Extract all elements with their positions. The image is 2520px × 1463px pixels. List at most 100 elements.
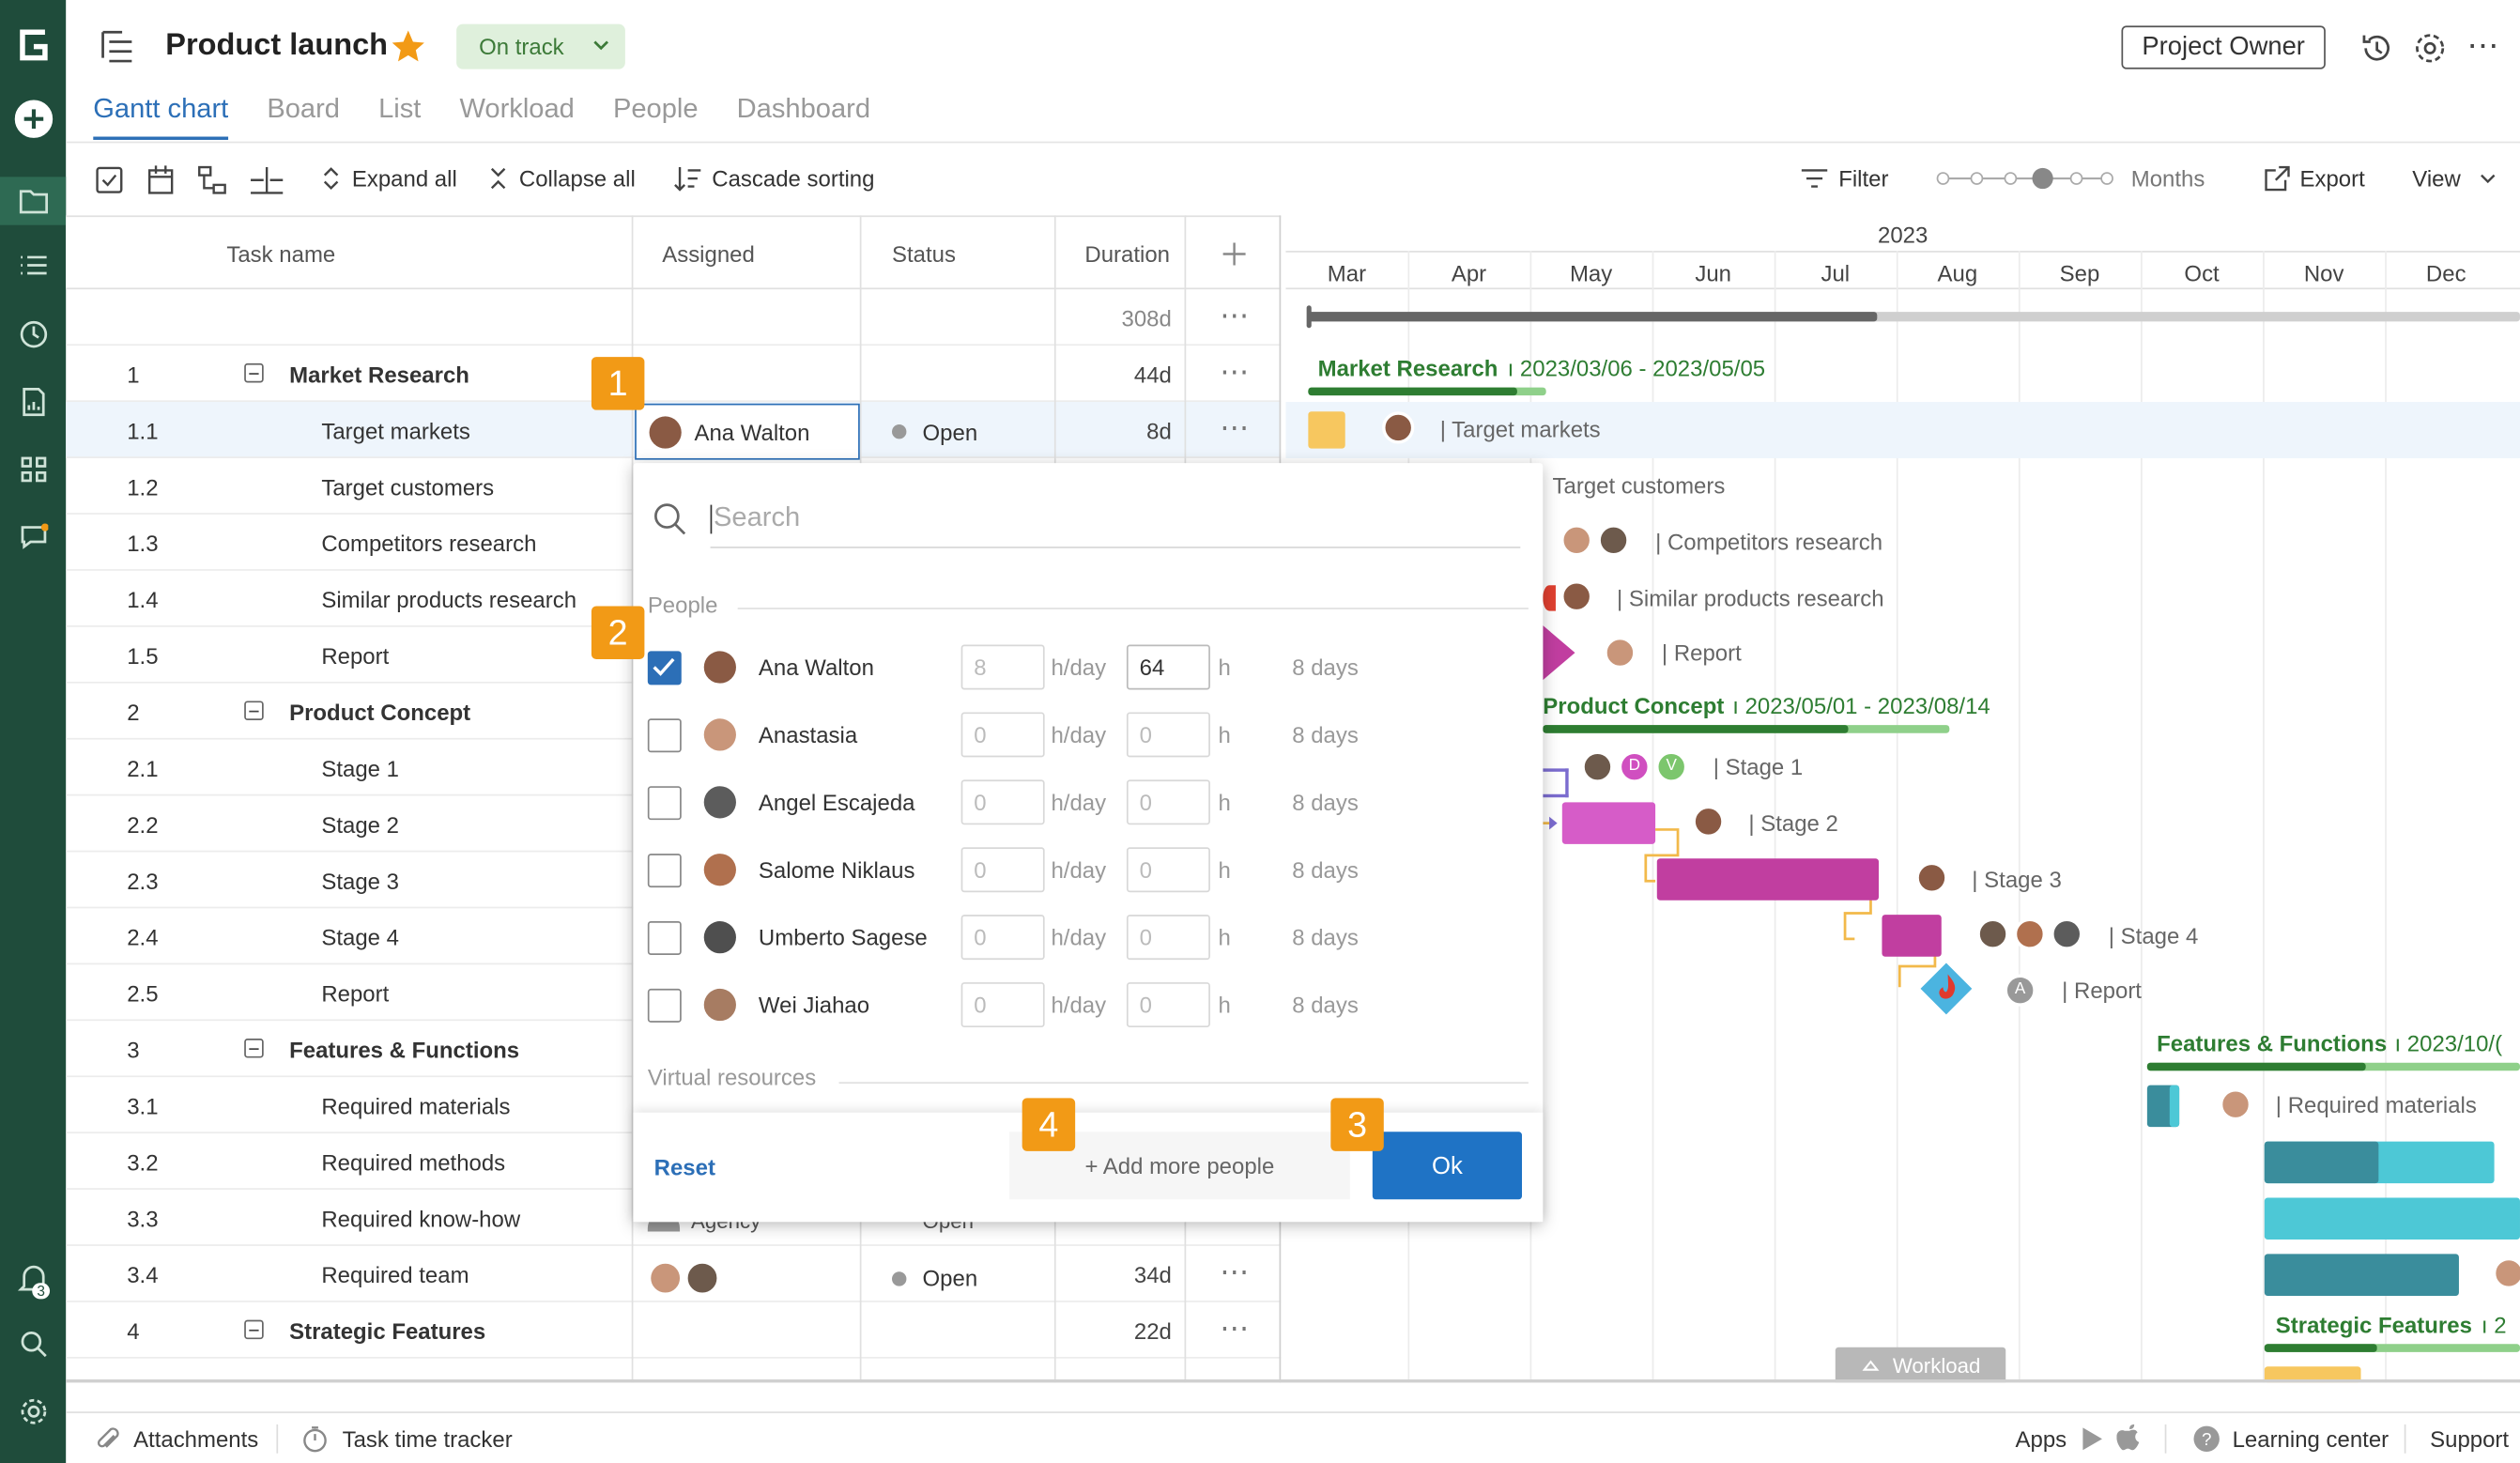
google-play-icon[interactable] [2080,1426,2105,1452]
search-icon[interactable] [0,1321,66,1366]
risk-milestone-icon[interactable] [1919,962,1974,1016]
person-row[interactable]: Wei Jiahao 0 h/day 0 h 8 days [633,971,1543,1039]
person-checkbox[interactable] [647,854,682,888]
task-bar[interactable] [2264,1254,2459,1296]
total-hours-input[interactable]: 0 [1126,915,1210,961]
group-row[interactable]: 1 Market Research 44d ⋯ [66,346,1282,403]
tab-people[interactable]: People [613,93,699,125]
task-name[interactable]: Required methods [321,1149,505,1175]
more-menu-icon[interactable]: ⋯ [2467,25,2501,66]
row-menu-icon[interactable]: ⋯ [1220,299,1251,332]
collapse-toggle-icon[interactable] [244,362,264,383]
calendar-icon[interactable] [146,164,176,196]
task-name[interactable]: Stage 3 [321,869,399,894]
filter-button[interactable]: Filter [1800,165,1888,192]
person-row[interactable]: Anastasia 0 h/day 0 h 8 days [633,701,1543,768]
col-task-name[interactable]: Task name [226,241,335,267]
hours-per-day-input[interactable]: 0 [960,779,1045,825]
tab-list[interactable]: List [378,93,421,125]
person-row[interactable]: Umberto Sagese 0 h/day 0 h 8 days [633,903,1543,971]
milestone-diamond-icon[interactable] [1543,625,1578,681]
add-column-icon[interactable] [1220,239,1249,269]
gear-icon[interactable] [2412,31,2448,67]
status-label[interactable]: Open [923,420,978,445]
collapse-all-button[interactable]: Collapse all [487,165,636,192]
apps-link[interactable]: Apps [2016,1426,2067,1452]
task-name[interactable]: Required materials [321,1093,510,1118]
notifications-icon[interactable]: 3 [0,1257,66,1302]
person-row[interactable]: Ana Walton 8 h/day 64 h 8 days [633,634,1543,701]
group-row[interactable]: 4 Strategic Features 22d ⋯ [66,1302,1282,1359]
row-menu-icon[interactable]: ⋯ [1220,1255,1251,1289]
attachments-link[interactable]: Attachments [133,1426,258,1452]
person-checkbox[interactable] [647,921,682,955]
task-name[interactable]: Required team [321,1262,469,1287]
apple-icon[interactable] [2116,1423,2142,1452]
task-name[interactable]: Report [321,980,389,1006]
col-duration[interactable]: Duration [1084,241,1170,267]
col-status[interactable]: Status [892,241,956,267]
time-tracker-link[interactable]: Task time tracker [343,1426,513,1452]
apps-icon[interactable] [0,447,66,492]
status-label[interactable]: Open [923,1265,978,1290]
task-duration[interactable]: 22d [1134,1318,1172,1344]
task-name[interactable]: Stage 2 [321,812,399,838]
task-name[interactable]: Strategic Features [289,1318,485,1344]
ok-button[interactable]: Ok [1372,1132,1523,1200]
task-bar[interactable] [1308,411,1345,449]
total-hours-input[interactable]: 0 [1126,712,1210,758]
row-menu-icon[interactable]: ⋯ [1220,355,1251,389]
person-checkbox[interactable] [647,786,682,821]
task-name[interactable]: Stage 1 [321,756,399,781]
tab-gantt-chart[interactable]: Gantt chart [93,93,229,140]
logo-icon[interactable] [0,23,66,68]
task-duration[interactable]: 44d [1134,362,1172,387]
person-checkbox[interactable] [647,718,682,753]
list-icon[interactable] [0,243,66,288]
add-icon[interactable] [0,97,66,142]
row-menu-icon[interactable]: ⋯ [1220,1312,1251,1346]
task-bar[interactable] [1656,858,1880,901]
workload-toggle[interactable]: Workload [1835,1347,2006,1383]
project-status-dropdown[interactable]: On track [456,23,625,69]
total-hours-input[interactable]: 64 [1126,644,1210,690]
task-name[interactable]: Features & Functions [289,1037,519,1062]
task-duration[interactable]: 8d [1146,418,1172,443]
task-name[interactable]: Target customers [321,474,494,500]
task-bar[interactable] [1543,768,1569,798]
person-checkbox[interactable] [647,988,682,1023]
task-name[interactable]: Similar products research [321,587,576,612]
report-icon[interactable] [0,379,66,424]
settings-icon[interactable] [0,1389,66,1434]
hierarchy-icon[interactable] [198,165,227,194]
hours-per-day-input[interactable]: 0 [960,915,1045,961]
task-bar[interactable] [2264,1197,2520,1240]
export-button[interactable]: Export [2265,165,2365,192]
project-owner-button[interactable]: Project Owner [2121,25,2326,69]
task-duration[interactable]: 34d [1134,1262,1172,1287]
total-hours-input[interactable]: 0 [1126,982,1210,1028]
task-bar[interactable] [1882,915,1942,957]
hours-per-day-input[interactable]: 0 [960,982,1045,1028]
row-menu-icon[interactable]: ⋯ [1220,411,1251,445]
collapse-toggle-icon[interactable] [244,701,264,721]
projects-icon[interactable] [0,177,67,225]
hours-per-day-input[interactable]: 0 [960,712,1045,758]
clock-icon[interactable] [0,312,66,357]
chat-icon[interactable] [0,515,66,560]
expand-all-button[interactable]: Expand all [320,165,457,192]
learning-center-link[interactable]: Learning center [2233,1426,2389,1452]
person-row[interactable]: Angel Escajeda 0 h/day 0 h 8 days [633,768,1543,836]
tab-board[interactable]: Board [267,93,340,125]
support-link[interactable]: Support [2430,1426,2509,1452]
tab-workload[interactable]: Workload [459,93,574,125]
collapse-toggle-icon[interactable] [244,1039,264,1058]
tab-dashboard[interactable]: Dashboard [737,93,870,125]
task-name[interactable]: Report [321,643,389,669]
star-icon[interactable] [391,29,426,63]
task-name[interactable]: Target markets [321,418,469,443]
horizontal-scrollbar[interactable] [66,1378,2520,1383]
collapse-toggle-icon[interactable] [244,1319,264,1340]
hours-per-day-input[interactable]: 8 [960,644,1045,690]
history-icon[interactable] [2359,31,2395,67]
